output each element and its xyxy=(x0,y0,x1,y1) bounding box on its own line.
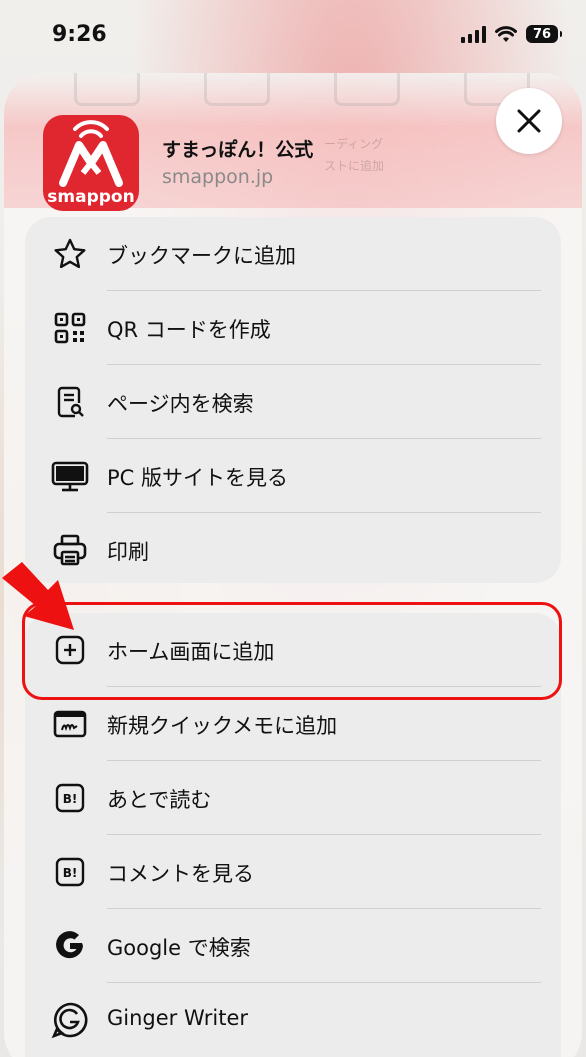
menu-item-label: 新規クイックメモに追加 xyxy=(107,714,338,738)
menu-item-create-qr[interactable]: QR コードを作成 xyxy=(25,291,561,365)
close-button[interactable] xyxy=(496,88,562,154)
menu-group-primary: ブックマークに追加 QR コードを作成 ページ内を検索 PC 版サイトを見る 印… xyxy=(25,217,561,583)
menu-item-ginger-writer[interactable]: Ginger Writer xyxy=(25,983,561,1057)
menu-item-label: あとで読む xyxy=(107,788,212,812)
menu-item-label: 印刷 xyxy=(107,540,149,564)
menu-item-label: ページ内を検索 xyxy=(107,392,254,416)
share-sheet: ーディング ストに追加 smappon すまっぽん！公式 smappon.jp xyxy=(4,73,582,1057)
app-logo-icon xyxy=(59,120,123,187)
qr-code-icon xyxy=(51,309,89,347)
battery-indicator: 76 xyxy=(526,25,562,43)
app-icon: smappon xyxy=(43,115,139,211)
share-header: smappon すまっぽん！公式 smappon.jp xyxy=(4,73,582,213)
find-in-page-icon xyxy=(51,383,89,421)
hatena-bookmark-icon: B! xyxy=(51,779,89,817)
ginger-icon xyxy=(51,1001,89,1039)
svg-text:B!: B! xyxy=(63,792,78,806)
hatena-bookmark-icon: B! xyxy=(51,853,89,891)
app-domain: smappon.jp xyxy=(162,166,274,188)
google-icon xyxy=(51,927,89,965)
wifi-icon xyxy=(495,25,517,42)
status-bar: 9:26 76 xyxy=(0,0,586,70)
red-arrow-icon xyxy=(2,562,74,630)
svg-text:B!: B! xyxy=(63,866,78,880)
cellular-signal-icon xyxy=(461,25,486,43)
menu-item-label: ブックマークに追加 xyxy=(107,244,296,268)
status-time: 9:26 xyxy=(52,22,107,47)
menu-item-view-comments[interactable]: B! コメントを見る xyxy=(25,835,561,909)
close-icon xyxy=(517,109,541,133)
highlight-box xyxy=(22,602,562,700)
menu-item-label: コメントを見る xyxy=(107,862,254,886)
status-icons: 76 xyxy=(461,25,562,43)
app-title: すまっぽん！公式 xyxy=(162,139,314,161)
menu-item-label: Ginger Writer xyxy=(107,1006,249,1030)
quick-note-icon xyxy=(51,705,89,743)
menu-item-label: PC 版サイトを見る xyxy=(107,466,289,490)
menu-item-desktop-site[interactable]: PC 版サイトを見る xyxy=(25,439,561,513)
menu-item-read-later[interactable]: B! あとで読む xyxy=(25,761,561,835)
desktop-icon xyxy=(51,457,89,495)
menu-item-add-bookmark[interactable]: ブックマークに追加 xyxy=(25,217,561,291)
menu-item-print[interactable]: 印刷 xyxy=(25,513,561,583)
menu-item-google-search[interactable]: Google で検索 xyxy=(25,909,561,983)
menu-item-label: Google で検索 xyxy=(107,936,251,960)
star-icon xyxy=(51,235,89,273)
menu-item-find-in-page[interactable]: ページ内を検索 xyxy=(25,365,561,439)
app-icon-wordmark: smappon xyxy=(47,187,135,207)
menu-item-label: QR コードを作成 xyxy=(107,318,271,342)
